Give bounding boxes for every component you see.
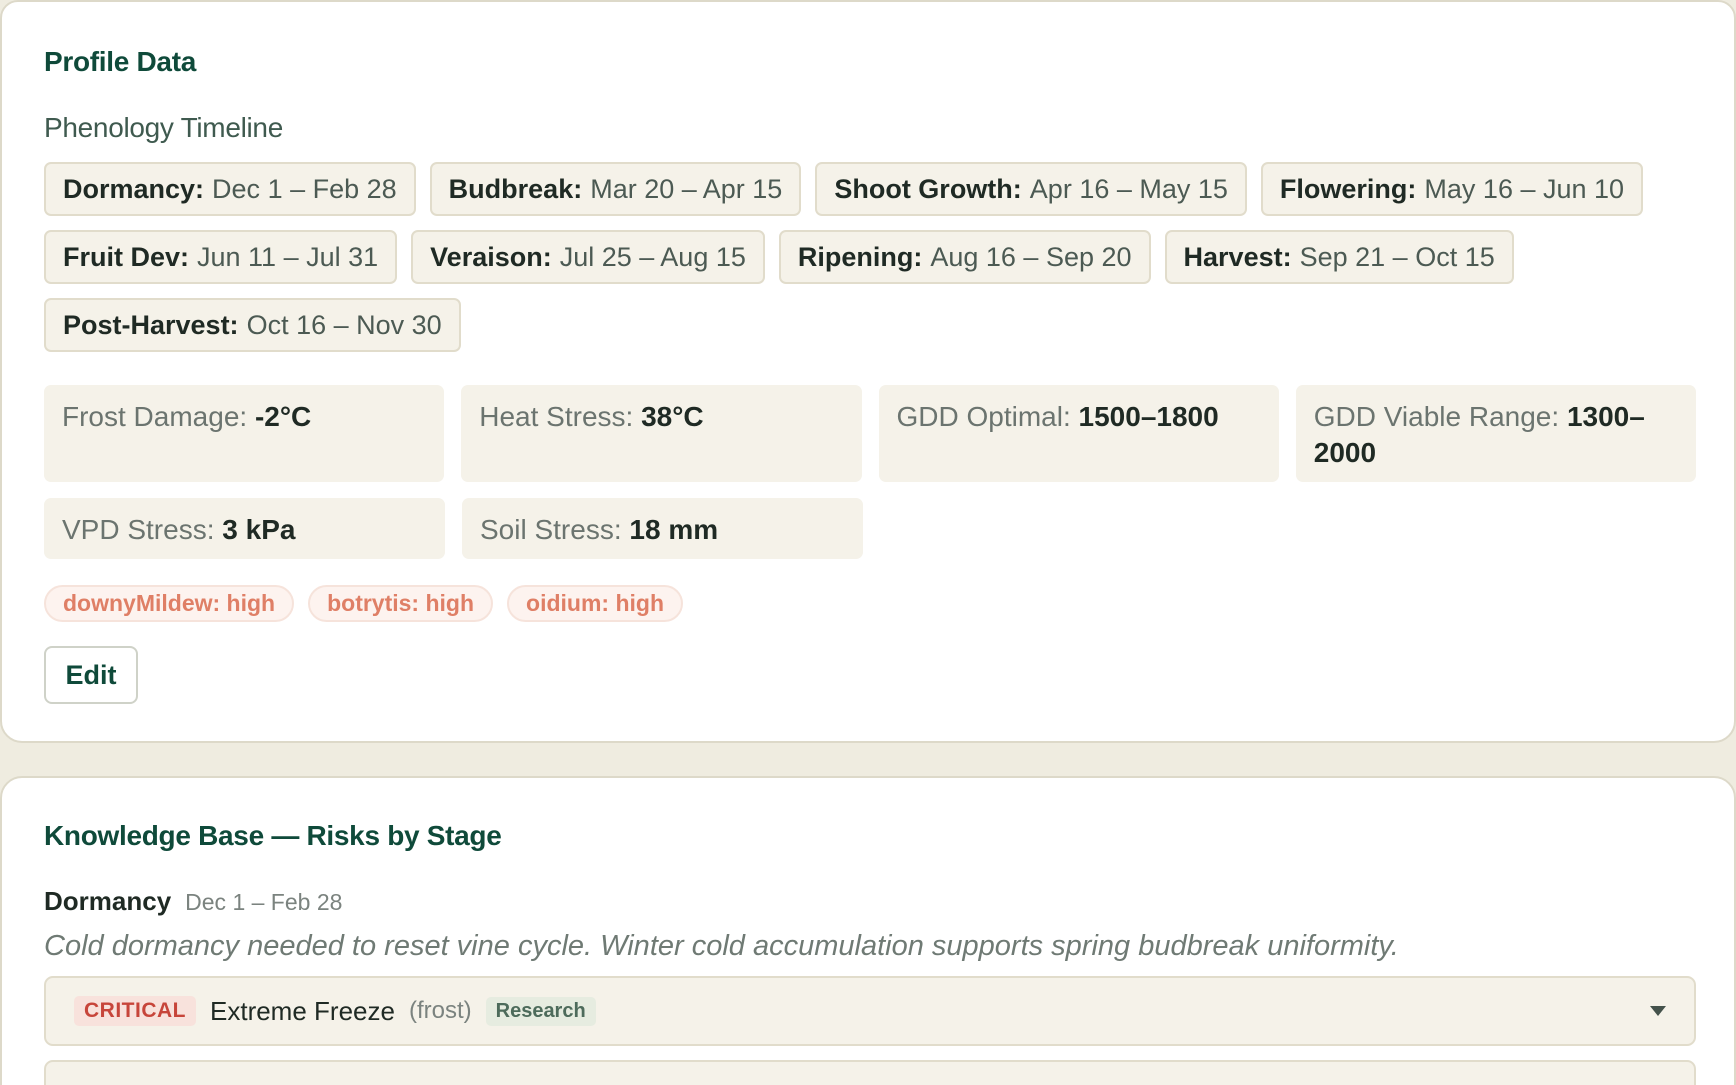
phenology-chip-veraison: Veraison: Jul 25 – Aug 15 — [411, 230, 765, 284]
metric-soil-stress: Soil Stress: 18 mm — [462, 498, 863, 559]
phenology-chip-flowering: Flowering: May 16 – Jun 10 — [1260, 162, 1644, 216]
phenology-timeline-title: Phenology Timeline — [44, 112, 283, 143]
stage-range: Dec 1 – Feb 28 — [185, 889, 343, 915]
chip-stage: Post-Harvest: — [63, 309, 239, 340]
disease-risk-tags: downyMildew: high botrytis: high oidium:… — [44, 585, 683, 622]
metric-value: 38°C — [641, 401, 704, 432]
metric-vpd-stress: VPD Stress: 3 kPa — [44, 498, 445, 559]
metric-label: Frost Damage: — [62, 401, 255, 432]
chip-range: May 16 – Jun 10 — [1424, 173, 1625, 204]
metric-value: -2°C — [254, 401, 312, 432]
phenology-chips: Dormancy: Dec 1 – Feb 28 Budbreak: Mar 20 … — [44, 162, 1694, 366]
metric-value: 1500–1800 — [1078, 401, 1219, 432]
stage-header: Dormancy Dec 1 – Feb 28 — [44, 886, 342, 917]
metric-label: VPD Stress: — [62, 514, 223, 545]
source-badge: Research — [485, 996, 596, 1026]
chip-range: Sep 21 – Oct 15 — [1299, 241, 1495, 272]
phenology-chip-dormancy: Dormancy: Dec 1 – Feb 28 — [44, 162, 416, 216]
risk-name: Extreme Freeze — [210, 995, 395, 1026]
disease-risk-tag: botrytis: high — [308, 585, 494, 622]
metric-value: 18 mm — [629, 514, 719, 545]
phenology-chip-fruit-dev: Fruit Dev: Jun 11 – Jul 31 — [44, 230, 398, 284]
chip-stage: Flowering: — [1279, 173, 1417, 204]
chip-range: Mar 20 – Apr 15 — [590, 173, 783, 204]
disease-risk-tag: oidium: high — [507, 585, 683, 622]
metric-value: 3 kPa — [222, 514, 296, 545]
metric-label: Heat Stress: — [479, 401, 642, 432]
chip-range: Aug 16 – Sep 20 — [930, 241, 1132, 272]
metric-gdd-viable-range: GDD Viable Range: 1300–2000 — [1295, 385, 1696, 482]
phenology-chip-harvest: Harvest: Sep 21 – Oct 15 — [1164, 230, 1514, 284]
threshold-metrics: Frost Damage: -2°C Heat Stress: 38°C GDD… — [44, 385, 1696, 575]
metric-frost-damage: Frost Damage: -2°C — [44, 385, 445, 482]
chip-range: Jun 11 – Jul 31 — [197, 241, 379, 272]
risk-item[interactable]: CRITICAL Extreme Freeze (frost) Research — [44, 976, 1696, 1046]
profile-data-card: Profile Data Phenology Timeline Dormancy… — [0, 0, 1736, 743]
stage-name: Dormancy — [44, 886, 172, 916]
chip-range: Jul 25 – Aug 15 — [559, 241, 746, 272]
chip-stage: Harvest: — [1183, 241, 1292, 272]
chip-stage: Budbreak: — [448, 173, 583, 204]
metric-label: GDD Optimal: — [896, 401, 1079, 432]
phenology-chip-shoot-growth: Shoot Growth: Apr 16 – May 15 — [815, 162, 1247, 216]
chip-stage: Ripening: — [797, 241, 923, 272]
metric-label: GDD Viable Range: — [1313, 401, 1567, 432]
phenology-chip-budbreak: Budbreak: Mar 20 – Apr 15 — [429, 162, 802, 216]
chip-range: Oct 16 – Nov 30 — [246, 309, 442, 340]
disease-risk-tag: downyMildew: high — [44, 585, 295, 622]
stage-description: Cold dormancy needed to reset vine cycle… — [44, 930, 1399, 962]
knowledge-base-card: Knowledge Base — Risks by Stage Dormancy… — [0, 776, 1736, 1085]
risk-item[interactable] — [44, 1060, 1696, 1085]
phenology-chip-ripening: Ripening: Aug 16 – Sep 20 — [778, 230, 1151, 284]
metric-gdd-optimal: GDD Optimal: 1500–1800 — [878, 385, 1279, 482]
profile-data-title: Profile Data — [44, 46, 196, 77]
phenology-chip-post-harvest: Post-Harvest: Oct 16 – Nov 30 — [44, 298, 461, 352]
chevron-down-icon[interactable] — [1650, 1006, 1666, 1016]
chip-stage: Dormancy: — [63, 173, 205, 204]
chip-range: Dec 1 – Feb 28 — [212, 173, 397, 204]
chip-stage: Fruit Dev: — [63, 241, 190, 272]
knowledge-base-title: Knowledge Base — Risks by Stage — [44, 820, 502, 851]
risk-type: (frost) — [408, 997, 472, 1024]
chip-stage: Veraison: — [430, 241, 552, 272]
edit-button[interactable]: Edit — [44, 646, 138, 704]
severity-badge: CRITICAL — [74, 996, 196, 1026]
metric-label: Soil Stress: — [480, 514, 630, 545]
chip-stage: Shoot Growth: — [834, 173, 1022, 204]
metric-heat-stress: Heat Stress: 38°C — [461, 385, 862, 482]
chip-range: Apr 16 – May 15 — [1029, 173, 1228, 204]
